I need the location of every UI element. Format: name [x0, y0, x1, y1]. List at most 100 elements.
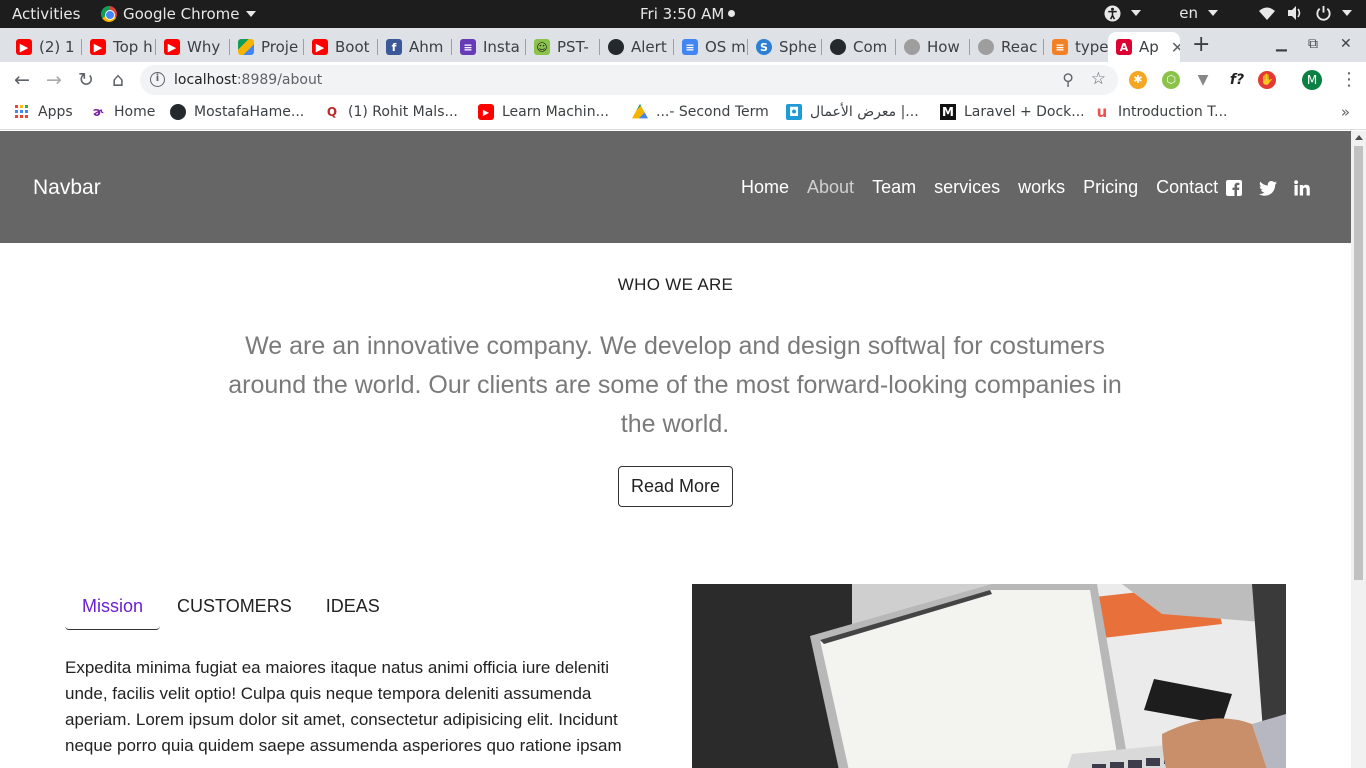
bookmark-medium[interactable]: M Laravel + Dock...	[940, 104, 1085, 120]
navbar-brand[interactable]: Navbar	[33, 176, 101, 200]
tab-customers[interactable]: CUSTOMERS	[160, 583, 309, 630]
bookmark-udemy[interactable]: u Introduction T...	[1094, 103, 1228, 121]
angular-icon: A	[1116, 39, 1132, 55]
nav-link-about[interactable]: About	[807, 177, 854, 198]
social-links	[1225, 179, 1311, 197]
browser-toolbar: ← → ↻ ⌂ i localhost:8989/about ⚲ ☆ ✱ ⬡ ▼…	[0, 62, 1366, 98]
youtube-icon: ▶	[16, 39, 32, 55]
bookmark-youtube[interactable]: ▶ Learn Machin...	[478, 104, 609, 120]
language-indicator[interactable]: en	[1179, 4, 1198, 22]
nav-link-services[interactable]: services	[934, 177, 1000, 198]
new-tab-button[interactable]: +	[1192, 32, 1210, 57]
google-drive-icon	[632, 104, 648, 119]
bookmark-home[interactable]: ɚ Home	[90, 104, 156, 120]
profile-avatar[interactable]: M	[1302, 70, 1322, 90]
url-path: :8989/about	[236, 72, 323, 88]
bookmark-quora[interactable]: Q (1) Rohit Mals...	[324, 104, 458, 120]
browser-tab[interactable]: f Ahm	[378, 32, 452, 62]
back-button[interactable]: ←	[11, 69, 33, 91]
nav-link-team[interactable]: Team	[872, 177, 916, 198]
chevron-down-icon	[1208, 10, 1218, 16]
tab-title: type	[1075, 38, 1109, 56]
tab-title: Sphe	[779, 38, 817, 56]
minimize-window-icon[interactable]: ▁	[1276, 36, 1287, 52]
forward-button[interactable]: →	[43, 69, 65, 91]
tab-mission[interactable]: Mission	[65, 583, 161, 630]
browser-tab[interactable]: ▶ Boot	[304, 32, 378, 62]
search-icon[interactable]: ⚲	[1062, 70, 1074, 89]
laptop-photo	[692, 584, 1286, 768]
restore-window-icon[interactable]: ⧉	[1308, 36, 1318, 52]
twitter-icon[interactable]	[1259, 179, 1277, 197]
smiley-icon: ☺	[534, 39, 550, 55]
site-info-icon[interactable]: i	[150, 72, 165, 87]
extension-icon[interactable]: ✱	[1129, 71, 1147, 89]
browser-tab[interactable]: ▶ Why	[156, 32, 230, 62]
font-finder-icon[interactable]: f?	[1225, 71, 1249, 89]
section-heading: WHO WE ARE	[617, 275, 734, 294]
scroll-up-icon[interactable]	[1355, 135, 1363, 140]
browser-tab[interactable]: Reac	[970, 32, 1044, 62]
bookmark-portfolio[interactable]: ◘ معرض الأعمال |...	[786, 104, 919, 120]
browser-tab[interactable]: ≡ Insta	[452, 32, 526, 62]
tab-title: (2) 1	[39, 38, 75, 56]
youtube-icon: ▶	[164, 39, 180, 55]
tab-title: OS m	[705, 38, 746, 56]
browser-tab[interactable]: ☺ PST-	[526, 32, 600, 62]
bookmark-star-icon[interactable]: ☆	[1091, 69, 1106, 89]
site-navbar: Navbar Home About Team services works Pr…	[0, 131, 1351, 243]
tab-title: Boot	[335, 38, 370, 56]
browser-tab[interactable]: Alert	[600, 32, 674, 62]
browser-tab[interactable]: S Sphe	[748, 32, 822, 62]
accessibility-icon[interactable]	[1103, 4, 1121, 22]
bookmark-label: ...- Second Term	[656, 104, 769, 120]
activities-button[interactable]: Activities	[12, 5, 80, 23]
tab-title: Top h	[113, 38, 153, 56]
bookmark-apps[interactable]: Apps	[14, 104, 73, 120]
browser-tab[interactable]: Com	[822, 32, 896, 62]
browser-tab[interactable]: ≡ OS m	[674, 32, 748, 62]
browser-tab[interactable]: ▶ Top h	[82, 32, 156, 62]
linkedin-icon[interactable]	[1293, 179, 1311, 197]
tab-title: PST-	[557, 38, 589, 56]
close-window-icon[interactable]: ✕	[1340, 36, 1352, 52]
tab-title: Alert	[631, 38, 667, 56]
reload-button[interactable]: ↻	[75, 69, 97, 91]
portfolio-icon: ◘	[786, 104, 802, 120]
nav-link-works[interactable]: works	[1018, 177, 1065, 198]
page-viewport: Navbar Home About Team services works Pr…	[0, 131, 1351, 768]
browser-tab[interactable]: ≡ type	[1044, 32, 1110, 62]
power-icon[interactable]	[1314, 4, 1332, 22]
browser-tab-active[interactable]: A Ap ✕	[1108, 32, 1180, 62]
nav-link-home[interactable]: Home	[741, 177, 789, 198]
facebook-icon[interactable]	[1225, 179, 1243, 197]
scrollbar-thumb[interactable]	[1354, 146, 1363, 580]
close-tab-icon[interactable]: ✕	[1171, 38, 1180, 57]
app-menu[interactable]: Google Chrome	[101, 5, 256, 23]
browser-tab[interactable]: Proje	[230, 32, 304, 62]
browser-tab[interactable]: How	[896, 32, 970, 62]
nav-link-pricing[interactable]: Pricing	[1083, 177, 1138, 198]
vue-devtools-icon[interactable]: ▼	[1194, 71, 1212, 89]
bookmark-drive[interactable]: ...- Second Term	[632, 104, 769, 120]
google-drive-icon	[238, 39, 254, 55]
globe-icon	[978, 39, 994, 55]
nav-link-contact[interactable]: Contact	[1156, 177, 1218, 198]
page-scrollbar[interactable]	[1351, 131, 1366, 768]
bookmark-github[interactable]: MostafaHame...	[170, 104, 304, 120]
nodejs-extension-icon[interactable]: ⬡	[1162, 71, 1180, 89]
home-button[interactable]: ⌂	[107, 69, 129, 91]
menu-kebab-icon[interactable]: ⋮	[1340, 69, 1358, 90]
volume-icon[interactable]	[1286, 4, 1304, 22]
browser-tab[interactable]: ▶ (2) 1	[8, 32, 82, 62]
clock[interactable]: Fri 3:50 AM	[640, 5, 736, 23]
github-icon	[170, 104, 186, 120]
more-bookmarks-icon[interactable]: »	[1341, 103, 1350, 121]
tab-ideas[interactable]: IDEAS	[309, 583, 397, 630]
read-more-button[interactable]: Read More	[618, 466, 733, 507]
wifi-icon[interactable]	[1258, 4, 1276, 22]
adblock-icon[interactable]: ✋	[1258, 71, 1276, 89]
address-bar[interactable]: i localhost:8989/about ⚲ ☆	[140, 65, 1118, 95]
tab-title: Why	[187, 38, 221, 56]
tab-title: Insta	[483, 38, 520, 56]
